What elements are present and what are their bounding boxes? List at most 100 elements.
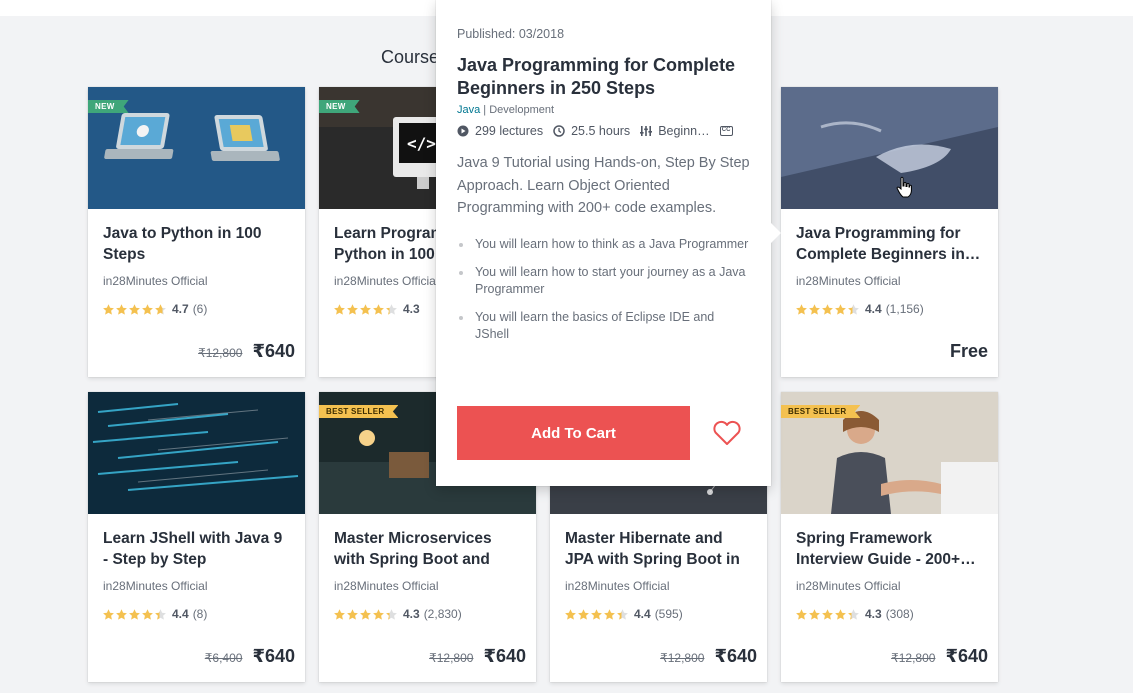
current-price: ₹640 — [714, 646, 757, 666]
rating-row: 4.4 (8) — [103, 607, 290, 621]
course-author: in28Minutes Official — [565, 579, 670, 593]
course-title[interactable]: Spring Framework Interview Guide - 200+… — [796, 528, 983, 570]
play-icon — [457, 125, 469, 137]
price-row: ₹12,800 ₹640 — [660, 646, 757, 667]
rating-row: 4.4 (595) — [565, 607, 752, 621]
lectures-count: 299 lectures — [475, 124, 544, 138]
star-icon — [835, 303, 846, 315]
course-author: in28Minutes Official — [796, 579, 901, 593]
star-icon — [142, 608, 153, 620]
current-price: ₹640 — [252, 646, 295, 666]
price-row: ₹6,400 ₹640 — [205, 646, 295, 667]
popup-course-title[interactable]: Java Programming for Complete Beginners … — [457, 54, 750, 100]
star-icon — [822, 608, 833, 620]
star-rating — [334, 303, 397, 315]
current-price: ₹640 — [945, 646, 988, 666]
course-thumbnail: BEST SELLER — [781, 392, 998, 514]
rating-value: 4.7 — [172, 302, 189, 316]
category-link[interactable]: Java — [457, 104, 480, 116]
objective-item: You will learn how to start your journey… — [457, 264, 750, 298]
course-author: in28Minutes Official — [334, 579, 439, 593]
star-icon — [129, 608, 140, 620]
original-price: ₹12,800 — [660, 651, 705, 665]
star-icon — [578, 608, 589, 620]
review-count: (8) — [192, 607, 208, 621]
price-row: ₹12,800 ₹640 — [198, 341, 295, 362]
star-icon — [848, 303, 859, 315]
course-meta: 299 lectures 25.5 hours Beginn… CC — [457, 124, 750, 138]
duration-value: 25.5 hours — [571, 124, 631, 138]
course-card[interactable]: NEW Java to Python in 100 Steps in28Minu… — [88, 87, 305, 377]
star-icon — [155, 608, 166, 620]
star-icon — [809, 608, 820, 620]
price-row: ₹12,800 ₹640 — [891, 646, 988, 667]
course-thumbnail — [88, 392, 305, 514]
original-price: ₹12,800 — [429, 651, 474, 665]
star-icon — [796, 303, 807, 315]
rating-value: 4.4 — [634, 607, 651, 621]
price-row: Free — [950, 341, 988, 362]
course-title[interactable]: Master Hibernate and JPA with Spring Boo… — [565, 528, 752, 570]
rating-value: 4.3 — [865, 607, 882, 621]
current-price: ₹640 — [483, 646, 526, 666]
star-icon — [809, 303, 820, 315]
rating-row: 4.4 (1,156) — [796, 302, 983, 316]
original-price: ₹12,800 — [198, 346, 243, 360]
star-icon — [565, 608, 576, 620]
star-icon — [360, 303, 371, 315]
bestseller-badge: BEST SELLER — [319, 405, 399, 418]
current-price: ₹640 — [252, 341, 295, 361]
original-price: ₹6,400 — [204, 651, 243, 665]
star-icon — [103, 303, 114, 315]
bestseller-badge: BEST SELLER — [781, 405, 861, 418]
add-to-cart-button[interactable]: Add To Cart — [457, 406, 690, 460]
course-thumbnail: NEW — [88, 87, 305, 209]
course-title[interactable]: Master Microservices with Spring Boot an… — [334, 528, 521, 570]
star-rating — [565, 608, 628, 620]
objective-item: You will learn how to think as a Java Pr… — [457, 236, 750, 253]
course-description: Java 9 Tutorial using Hands-on, Step By … — [457, 155, 750, 216]
star-icon — [373, 303, 384, 315]
review-count: (1,156) — [885, 302, 924, 316]
star-icon — [142, 303, 153, 315]
star-icon — [116, 608, 127, 620]
star-icon — [334, 608, 345, 620]
published-date: Published: 03/2018 — [457, 27, 565, 41]
level-value: Beginn… — [658, 124, 710, 138]
course-title[interactable]: Java Programming for Complete Beginners … — [796, 223, 983, 265]
section-title: Course — [381, 47, 440, 67]
learning-objectives: You will learn how to think as a Java Pr… — [457, 236, 750, 343]
course-card[interactable]: BEST SELLER Spring Framework Interview G… — [781, 392, 998, 682]
star-icon — [116, 303, 127, 315]
review-count: (6) — [192, 302, 208, 316]
objective-item: You will learn the basics of Eclipse IDE… — [457, 309, 750, 343]
course-thumbnail — [781, 87, 998, 209]
star-icon — [360, 608, 371, 620]
star-icon — [822, 303, 833, 315]
star-icon — [604, 608, 615, 620]
lectures-meta: 299 lectures — [457, 124, 543, 138]
hand-cursor-icon — [896, 176, 912, 198]
rating-row: 4.3 (2,830) — [334, 607, 521, 621]
star-rating — [796, 608, 859, 620]
wishlist-button[interactable] — [710, 417, 744, 449]
course-card[interactable]: Learn JShell with Java 9 - Step by Step … — [88, 392, 305, 682]
star-icon — [103, 608, 114, 620]
star-icon — [334, 303, 345, 315]
clock-icon — [553, 125, 565, 137]
star-icon — [848, 608, 859, 620]
course-title[interactable]: Java to Python in 100 Steps — [103, 223, 290, 265]
course-card[interactable]: Java Programming for Complete Beginners … — [781, 87, 998, 377]
svg-text:</>: </> — [407, 134, 436, 153]
course-author: in28Minutes Official — [103, 274, 208, 288]
rating-value: 4.3 — [403, 302, 420, 316]
duration-meta: 25.5 hours — [553, 124, 630, 138]
rating-value: 4.4 — [865, 302, 882, 316]
thumbnail-hands-keyboard-image — [781, 87, 998, 209]
review-count: (2,830) — [423, 607, 462, 621]
star-icon — [617, 608, 628, 620]
original-price: ₹12,800 — [891, 651, 936, 665]
course-title[interactable]: Learn JShell with Java 9 - Step by Step — [103, 528, 290, 570]
star-rating — [796, 303, 859, 315]
star-icon — [155, 303, 166, 315]
